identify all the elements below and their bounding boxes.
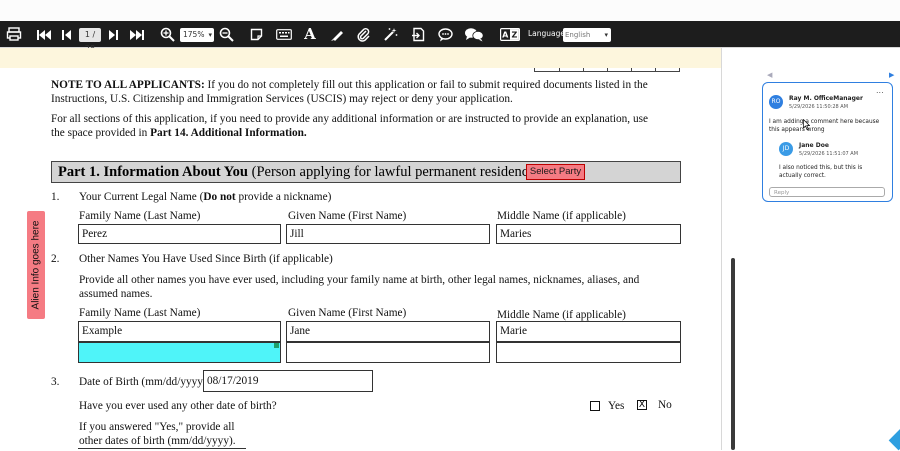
comments-panel-icon[interactable] xyxy=(464,27,484,42)
other-middle-name-label: Middle Name (if applicable) xyxy=(497,309,626,321)
q2-instructions-1: Provide all other names you have ever us… xyxy=(79,274,640,286)
notice-line-2: Instructions, U.S. Citizenship and Immig… xyxy=(51,93,513,105)
q2-number: 2. xyxy=(51,253,60,265)
sections-text: the space provided in xyxy=(51,127,151,139)
last-page-icon[interactable] xyxy=(130,29,144,41)
page-number-input[interactable]: 1 / 28 xyxy=(79,28,101,53)
part-1-header: Part 1. Information About You (Person ap… xyxy=(51,161,681,183)
no-label: No xyxy=(658,399,672,411)
previous-comment-icon[interactable]: ◀ xyxy=(767,71,772,79)
svg-text:A: A xyxy=(502,31,509,40)
zoom-value: 175% xyxy=(183,30,205,39)
yes-checkbox[interactable] xyxy=(590,401,600,411)
comment-thread: RO Ray M. OfficeManager 5/29/2026 11:50:… xyxy=(762,82,893,202)
reply-input[interactable]: Reply xyxy=(769,187,885,197)
other-given-name-label: Given Name (First Name) xyxy=(288,307,407,319)
select-party-button[interactable]: Select Party xyxy=(526,164,585,180)
q2-instructions-2: assumed names. xyxy=(79,288,153,300)
sections-line-1: For all sections of this application, if… xyxy=(51,113,649,125)
magic-wand-icon[interactable] xyxy=(383,27,398,42)
notice-text: If you do not completely fill out this a… xyxy=(204,79,648,91)
field-resize-handle[interactable] xyxy=(274,343,279,348)
other-given-name-field-2[interactable] xyxy=(286,342,490,363)
if-yes-text-1: If you answered "Yes," provide all xyxy=(79,421,235,433)
other-family-name-field[interactable]: Example xyxy=(78,321,281,342)
previous-page-icon[interactable] xyxy=(62,29,72,41)
other-middle-name-field[interactable]: Marie xyxy=(496,321,681,342)
sections-line-2: the space provided in Part 14. Additiona… xyxy=(51,126,307,140)
other-family-name-label: Family Name (Last Name) xyxy=(79,307,201,319)
q2-label: Other Names You Have Used Since Birth (i… xyxy=(79,253,333,265)
given-name-label: Given Name (First Name) xyxy=(288,210,407,222)
zoom-out-icon[interactable] xyxy=(219,27,234,42)
sticky-note-icon[interactable] xyxy=(250,28,263,41)
family-name-label: Family Name (Last Name) xyxy=(79,210,201,222)
comment-icon[interactable] xyxy=(438,28,453,42)
yes-label: Yes xyxy=(608,400,625,412)
current-family-name-field[interactable]: Perez xyxy=(78,224,281,244)
comment-body: I am adding a comment here because this … xyxy=(769,119,880,133)
reply-body: I also noticed this, but this is actuall… xyxy=(779,165,863,179)
language-value: English xyxy=(565,31,591,39)
mouse-cursor-icon xyxy=(803,119,810,130)
current-given-name-field[interactable]: Jill xyxy=(286,224,490,244)
notice-line-1: NOTE TO ALL APPLICANTS: If you do not co… xyxy=(51,78,648,92)
q1-label: Your Current Legal Name (Do not provide … xyxy=(79,191,332,203)
keyboard-icon[interactable] xyxy=(276,29,292,40)
middle-name-label: Middle Name (if applicable) xyxy=(497,210,626,222)
q3-number: 3. xyxy=(51,376,60,388)
vertical-scrollbar[interactable] xyxy=(731,258,735,450)
other-family-name-field-2[interactable] xyxy=(78,342,281,363)
part-1-title: Part 1. Information About You (Person ap… xyxy=(58,164,540,180)
highlighter-icon[interactable] xyxy=(330,27,345,42)
notice-heading: NOTE TO ALL APPLICANTS: xyxy=(51,79,205,91)
next-page-icon[interactable] xyxy=(108,29,118,41)
part-14-reference: Part 14. Additional Information. xyxy=(150,127,307,139)
reply-date: 5/29/2026 11:51:07 AM xyxy=(799,151,859,157)
svg-text:Z: Z xyxy=(511,31,517,40)
chevron-down-icon: ▾ xyxy=(208,31,212,39)
translate-icon[interactable]: A Z xyxy=(500,28,520,41)
language-select[interactable]: English ▾ xyxy=(563,28,611,42)
other-given-name-field[interactable]: Jane xyxy=(286,321,490,342)
no-checkbox[interactable]: X xyxy=(637,400,647,410)
chevron-down-icon: ▾ xyxy=(604,31,608,39)
first-page-icon[interactable] xyxy=(37,29,51,41)
q3-label: Date of Birth (mm/dd/yyyy) xyxy=(79,376,207,388)
other-dob-question: Have you ever used any other date of bir… xyxy=(79,400,277,412)
zoom-select[interactable]: 175% ▾ xyxy=(180,28,214,42)
comment-author: Ray M. OfficeManager xyxy=(789,95,863,102)
export-icon[interactable] xyxy=(411,27,426,42)
next-comment-icon[interactable]: ▶ xyxy=(889,71,894,79)
previous-field-fragment xyxy=(534,68,680,72)
text-tool-icon[interactable]: A xyxy=(303,25,317,43)
avatar: RO xyxy=(769,95,783,109)
if-yes-text-2: other dates of birth (mm/dd/yyyy). xyxy=(79,435,236,447)
reply-author: Jane Doe xyxy=(799,142,829,149)
alien-info-label: Alien Info goes here xyxy=(30,220,42,310)
zoom-in-icon[interactable] xyxy=(160,27,175,42)
print-icon[interactable] xyxy=(6,26,22,42)
language-label: Language xyxy=(528,29,566,38)
part-1-subtitle: (Person applying for lawful permanent re… xyxy=(248,164,540,180)
comment-date: 5/29/2026 11:50:28 AM xyxy=(789,104,849,110)
more-options-icon[interactable]: ... xyxy=(876,86,884,95)
date-of-birth-field[interactable]: 08/17/2019 xyxy=(203,370,373,392)
other-middle-name-field-2[interactable] xyxy=(496,342,681,363)
avatar: JD xyxy=(779,142,793,156)
attachment-icon[interactable] xyxy=(356,27,371,42)
q1-number: 1. xyxy=(51,191,60,203)
current-middle-name-field[interactable]: Maries xyxy=(496,224,681,244)
